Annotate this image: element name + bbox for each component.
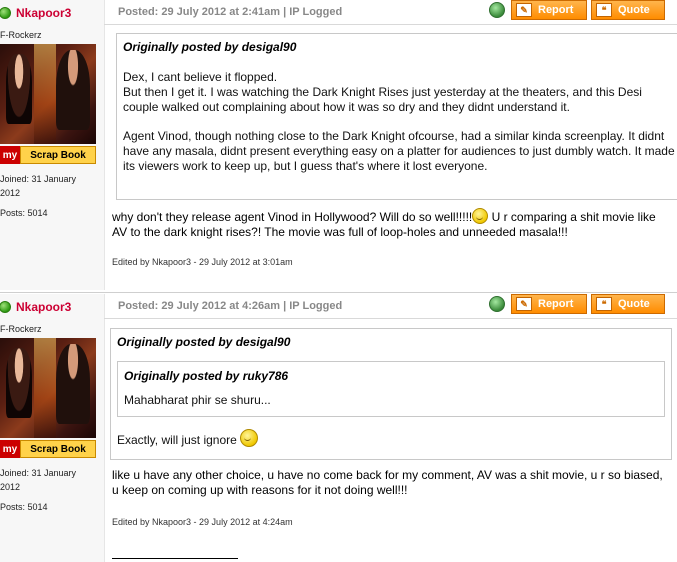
report-button-label: Report: [538, 4, 574, 16]
post-message: why don't they release agent Vinod in Ho…: [112, 208, 672, 240]
online-status-icon: [0, 7, 11, 19]
quote-button-label: Quote: [618, 4, 650, 16]
quote-button-label: Quote: [618, 298, 650, 310]
post-divider: [0, 292, 677, 293]
nested-quote-block: Originally posted by ruky786 Mahabharat …: [117, 361, 665, 417]
username-row: Nkapoor3: [0, 0, 104, 26]
scrapbook-button[interactable]: my Scrap Book: [0, 146, 96, 164]
post-timestamp: Posted: 29 July 2012 at 4:26am | IP Logg…: [118, 300, 343, 312]
quote-text: Exactly, will just ignore: [117, 429, 665, 448]
post-content: Posted: 29 July 2012 at 4:26am | IP Logg…: [104, 294, 677, 559]
report-button[interactable]: ✎ Report: [511, 294, 587, 314]
quote-block: Originally posted by desigal90 Dex, I ca…: [116, 33, 677, 200]
post-content: Posted: 29 July 2012 at 2:41am | IP Logg…: [104, 0, 677, 267]
post-author-sidebar: Nkapoor3 F-Rockerz my Scrap Book Joined:…: [0, 0, 105, 290]
smiley-icon: [472, 208, 489, 224]
scrapbook-button[interactable]: my Scrap Book: [0, 440, 96, 458]
joined-date: Joined: 31 January 2012: [0, 468, 77, 492]
scrapbook-label: Scrap Book: [20, 440, 96, 458]
quote-author: Originally posted by desigal90: [117, 335, 291, 349]
report-icon: ✎: [516, 297, 532, 311]
quote-paragraph: But then I get it. I was watching the Da…: [123, 85, 642, 114]
nested-quote-text: Mahabharat phir se shuru...: [124, 393, 271, 407]
signature-divider: [112, 558, 238, 559]
quote-author: Originally posted by desigal90: [123, 40, 297, 54]
username-link[interactable]: Nkapoor3: [16, 6, 71, 20]
quote-button[interactable]: ❝ Quote: [591, 294, 665, 314]
avatar[interactable]: [0, 44, 96, 144]
username-row: Nkapoor3: [0, 294, 104, 320]
smiley-icon: [240, 429, 259, 447]
quote-paragraph: Agent Vinod, though nothing close to the…: [123, 129, 675, 173]
post-timestamp: Posted: 29 July 2012 at 2:41am | IP Logg…: [118, 6, 343, 18]
scrapbook-label: Scrap Book: [20, 146, 96, 164]
user-rank: F-Rockerz: [0, 30, 42, 40]
quote-button[interactable]: ❝ Quote: [591, 0, 665, 20]
edited-note: Edited by Nkapoor3 - 29 July 2012 at 3:0…: [112, 257, 293, 267]
post-count: Posts: 5014: [0, 502, 48, 512]
quote-icon: ❝: [596, 3, 612, 17]
quote-block: Originally posted by desigal90 Originall…: [110, 328, 672, 460]
scrapbook-my-label: my: [0, 440, 20, 458]
report-button-label: Report: [538, 298, 574, 310]
report-button[interactable]: ✎ Report: [511, 0, 587, 20]
private-message-icon[interactable]: [489, 2, 505, 18]
message-text: why don't they release agent Vinod in Ho…: [112, 210, 473, 224]
report-icon: ✎: [516, 3, 532, 17]
post-header: Posted: 29 July 2012 at 2:41am | IP Logg…: [110, 0, 677, 24]
online-status-icon: [0, 301, 11, 313]
private-message-icon[interactable]: [489, 296, 505, 312]
quote-icon: ❝: [596, 297, 612, 311]
post-actions: ✎ Report ❝ Quote: [489, 294, 665, 314]
post-actions: ✎ Report ❝ Quote: [489, 0, 665, 20]
avatar[interactable]: [0, 338, 96, 438]
post-author-sidebar: Nkapoor3 F-Rockerz my Scrap Book Joined:…: [0, 294, 105, 562]
forum-post: Nkapoor3 F-Rockerz my Scrap Book Joined:…: [0, 294, 677, 562]
username-link[interactable]: Nkapoor3: [16, 300, 71, 314]
quote-body: Exactly, will just ignore: [117, 433, 241, 447]
scrapbook-my-label: my: [0, 146, 20, 164]
user-rank: F-Rockerz: [0, 324, 42, 334]
quote-paragraph: Dex, I cant believe it flopped.: [123, 70, 278, 84]
edited-note: Edited by Nkapoor3 - 29 July 2012 at 4:2…: [112, 517, 293, 527]
nested-quote-author: Originally posted by ruky786: [124, 369, 289, 383]
joined-date: Joined: 31 January 2012: [0, 174, 77, 198]
post-count: Posts: 5014: [0, 208, 48, 218]
post-message: like u have any other choice, u have no …: [112, 468, 663, 497]
forum-post: Nkapoor3 F-Rockerz my Scrap Book Joined:…: [0, 0, 677, 290]
post-header: Posted: 29 July 2012 at 4:26am | IP Logg…: [110, 294, 677, 318]
